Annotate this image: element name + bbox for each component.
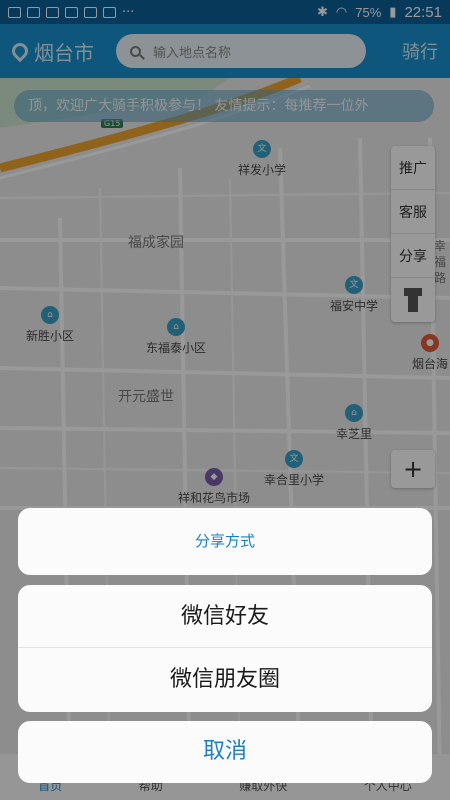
share-options: 微信好友 微信朋友圈 <box>18 585 432 712</box>
share-wechat-moments-button[interactable]: 微信朋友圈 <box>18 648 432 711</box>
cancel-group: 取消 <box>18 721 432 783</box>
share-sheet-header: 分享方式 <box>18 508 432 575</box>
share-sheet-title: 分享方式 <box>194 532 255 550</box>
cancel-button[interactable]: 取消 <box>18 721 432 783</box>
share-wechat-friend-button[interactable]: 微信好友 <box>18 585 432 648</box>
